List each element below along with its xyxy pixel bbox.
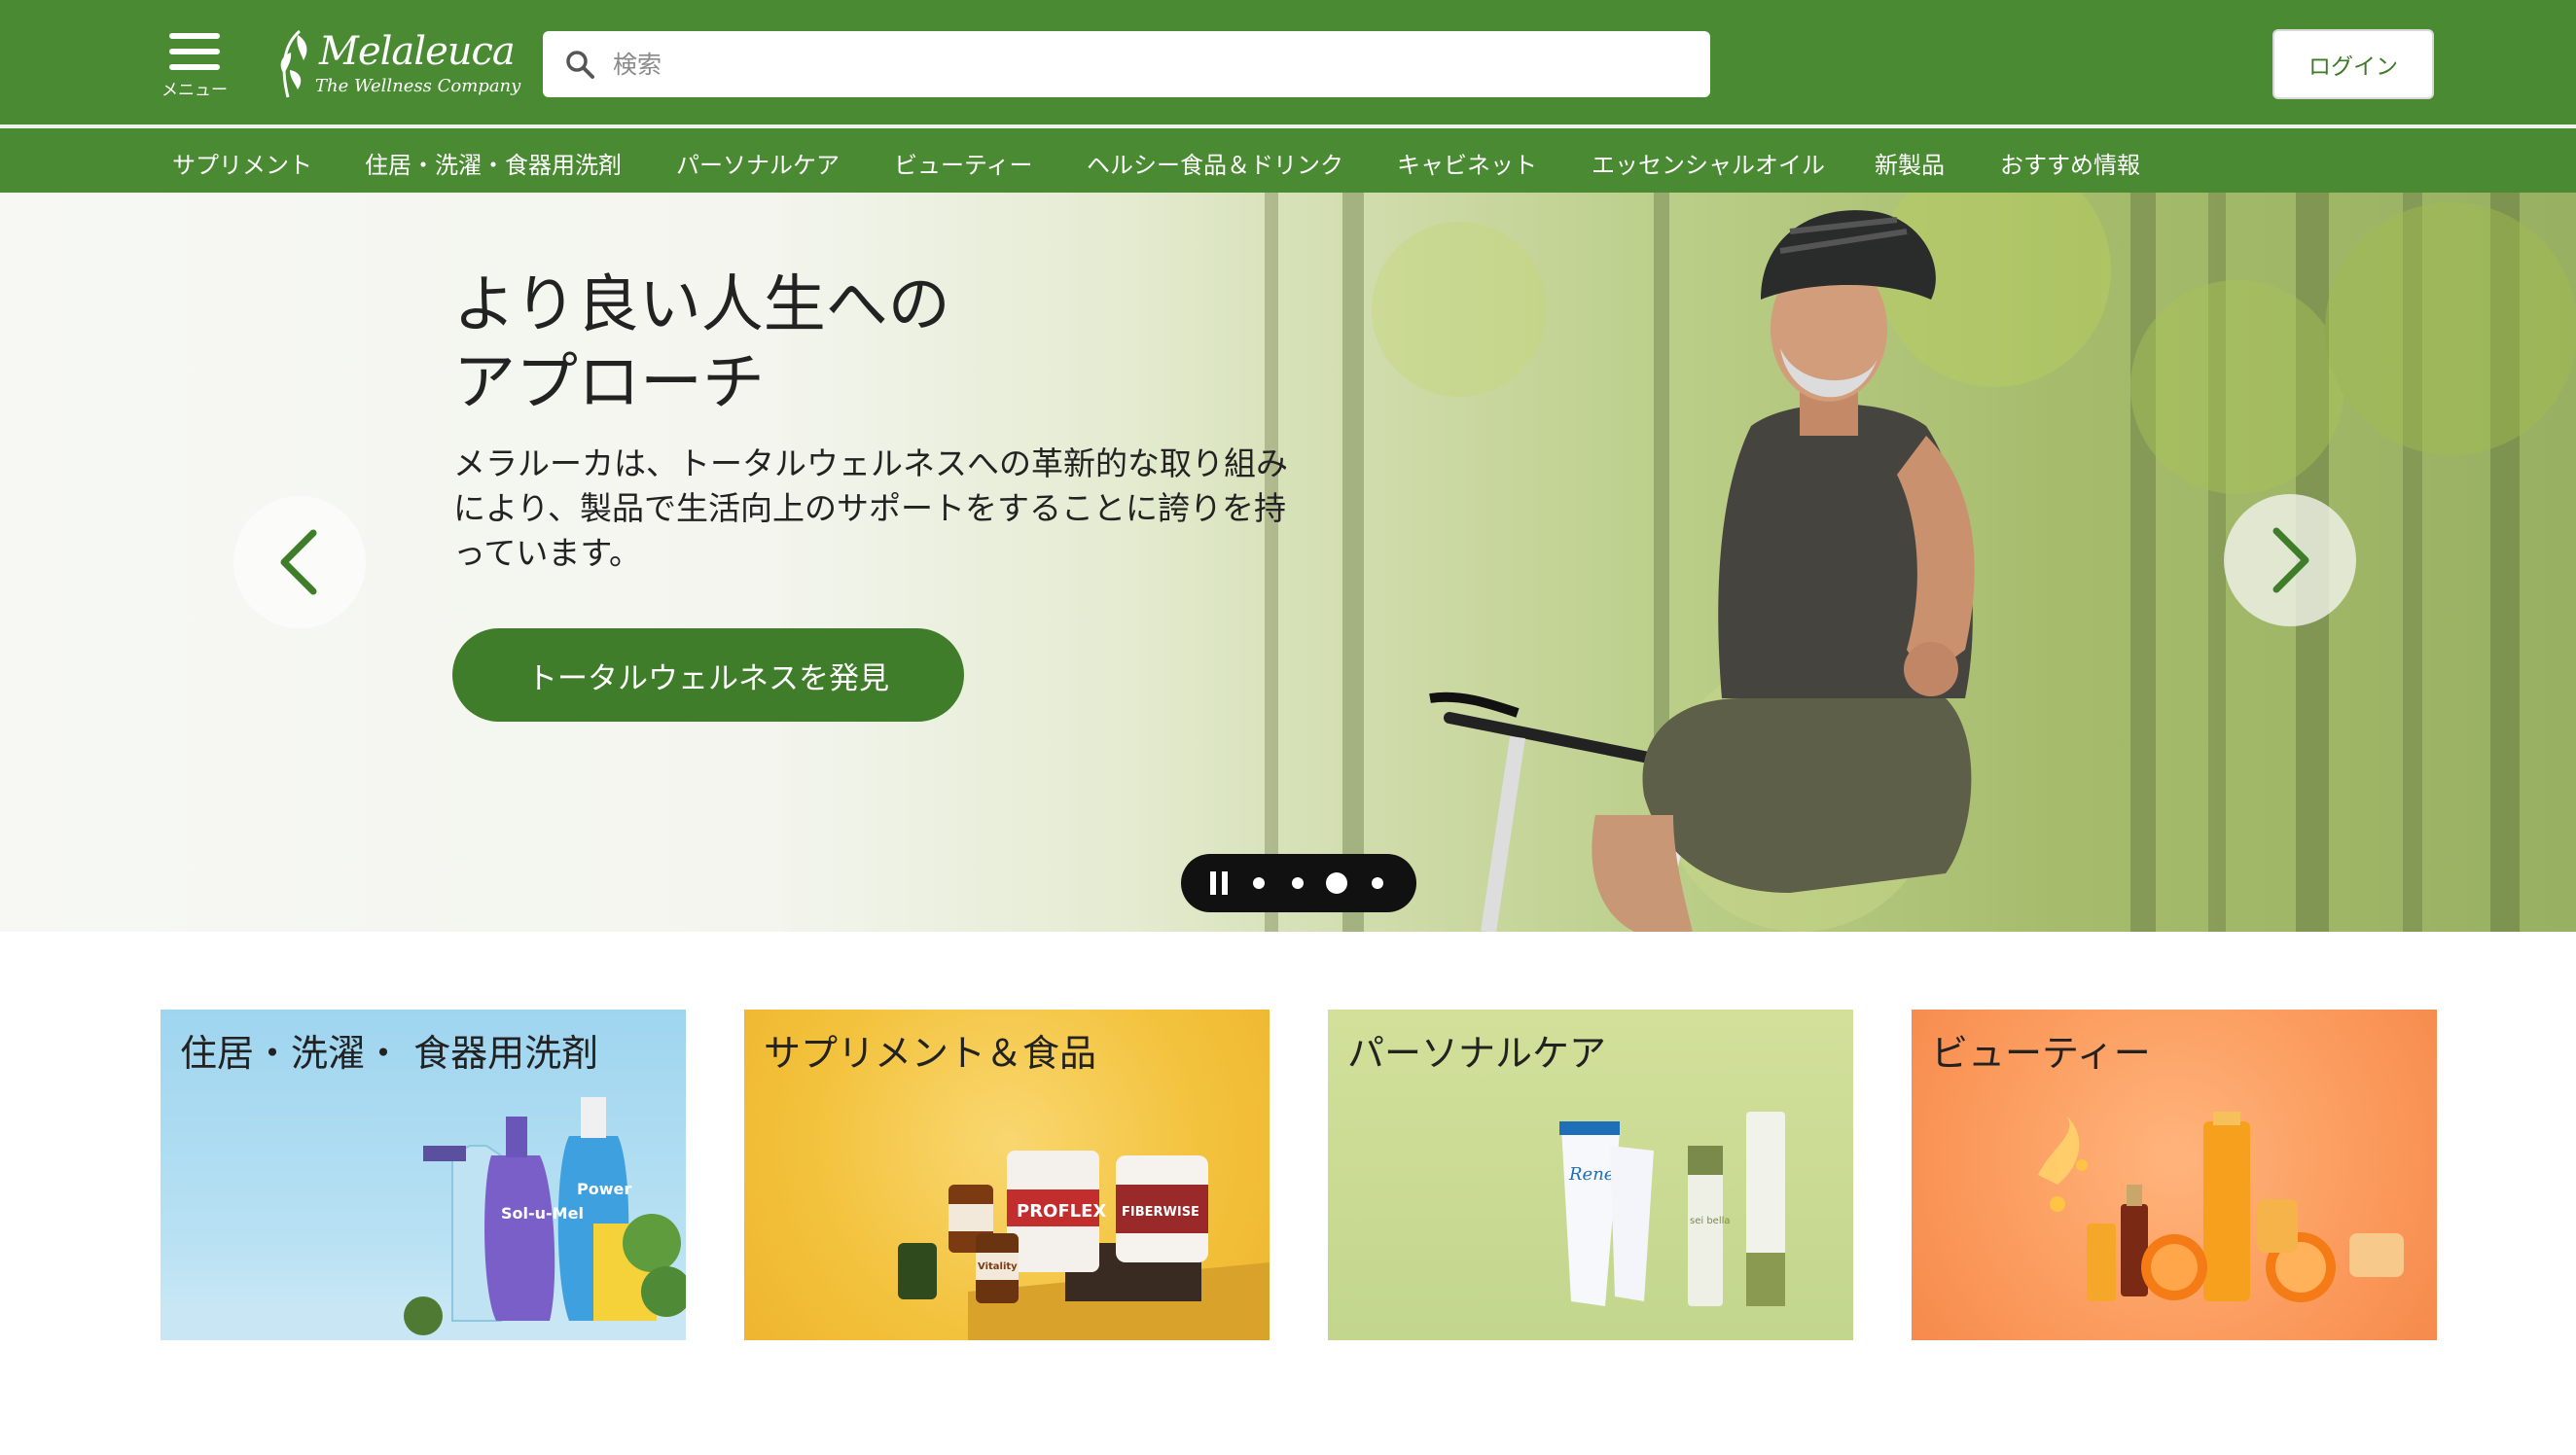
carousel-dot-3-active[interactable] [1326, 872, 1347, 894]
search-icon [566, 51, 594, 79]
category-tile-supplements[interactable]: サプリメント＆食品 PROFLEX FIBERWISE Vitality [744, 1010, 1270, 1340]
tile-label-personal-care: パーソナルケア [1347, 1032, 1607, 1075]
carousel-dot-1[interactable] [1253, 877, 1265, 889]
chevron-right-icon [2272, 527, 2309, 593]
tile-label-supplements: サプリメント＆食品 [764, 1032, 1097, 1075]
carousel-prev-button[interactable] [233, 496, 366, 628]
hero-description: メラルーカは、トータルウェルネスへの革新的な取り組みにより、製品で生活向上のサポ… [453, 444, 1288, 572]
login-button[interactable]: ログイン [2272, 29, 2434, 99]
pause-icon[interactable] [1210, 871, 1228, 895]
hero-carousel: より良い人生への アプローチ メラルーカは、トータルウェルネスへの革新的な取り組… [0, 193, 2576, 932]
site-header: メニュー Melaleuca The Wellness Company ログイン [0, 0, 2576, 124]
search-input[interactable] [613, 41, 1683, 88]
nav-item-new-products[interactable]: 新製品 [1875, 146, 1945, 180]
tile-supp-vitality-text: Vitality [978, 1261, 1018, 1272]
carousel-dot-4[interactable] [1372, 877, 1383, 889]
nav-item-recommendations[interactable]: おすすめ情報 [2000, 146, 2140, 180]
menu-label: メニュー [161, 81, 228, 100]
hamburger-icon [169, 33, 220, 72]
melaleuca-logo[interactable]: Melaleuca The Wellness Company [274, 23, 521, 105]
tile-home-product-text: Power [577, 1180, 631, 1198]
nav-item-home-laundry[interactable]: 住居・洗濯・食器用洗剤 [365, 146, 622, 180]
cyclist-image [1429, 210, 1975, 932]
nav-item-supplements[interactable]: サプリメント [172, 146, 312, 180]
tile-supp-proflex-text: PROFLEX [1017, 1201, 1106, 1222]
category-nav: サプリメント 住居・洗濯・食器用洗剤 パーソナルケア ビューティー ヘルシー食品… [0, 128, 2576, 193]
hero-title-line1: より良い人生への [453, 269, 950, 341]
carousel-dot-2[interactable] [1292, 877, 1304, 889]
search-box[interactable] [543, 31, 1710, 97]
hero-title-line2: アプローチ [453, 347, 765, 419]
tile-label-beauty: ビューティー [1931, 1032, 2151, 1075]
nav-item-healthy-food[interactable]: ヘルシー食品＆ドリンク [1087, 146, 1343, 180]
leaf-logo-icon [280, 29, 307, 98]
carousel-next-button[interactable] [2224, 494, 2356, 626]
hero-title: より良い人生への アプローチ [453, 266, 950, 422]
tile-label-home: 住居・洗濯・ 食器用洗剤 [180, 1032, 599, 1075]
category-tile-home[interactable]: 住居・洗濯・ 食器用洗剤 Power Sol-u-Mel [161, 1010, 686, 1340]
logo-tagline: The Wellness Company [315, 76, 521, 96]
nav-item-cabinet[interactable]: キャビネット [1397, 146, 1537, 180]
nav-item-essential-oils[interactable]: エッセンシャルオイル [1592, 146, 1825, 180]
tile-home-product-text-2: Sol-u-Mel [501, 1204, 584, 1223]
discover-wellness-button[interactable]: トータルウェルネスを発見 [452, 628, 964, 722]
logo-brand: Melaleuca [319, 29, 516, 74]
carousel-indicators [1181, 854, 1416, 912]
chevron-left-icon [280, 529, 317, 595]
category-tile-personal-care[interactable]: パーソナルケア Renew sei bella [1328, 1010, 1853, 1340]
tile-supp-fiberwise-text: FIBERWISE [1122, 1205, 1199, 1220]
tile-pers-seibella-text: sei bella [1690, 1216, 1731, 1226]
nav-item-beauty[interactable]: ビューティー [894, 146, 1033, 180]
category-tile-beauty[interactable]: ビューティー [1912, 1010, 2437, 1340]
menu-button[interactable]: メニュー [156, 29, 233, 100]
nav-item-personal-care[interactable]: パーソナルケア [676, 146, 840, 180]
